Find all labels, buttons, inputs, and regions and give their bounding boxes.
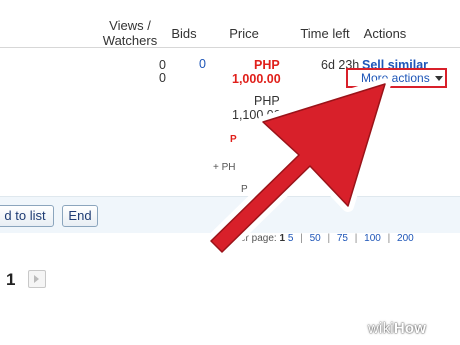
price-buy-now-currency: PHP xyxy=(254,94,280,108)
next-page-button[interactable] xyxy=(28,270,46,288)
per-page-option[interactable]: 100 xyxy=(364,233,381,244)
table-header: Views / Watchers Bids Price Time left Ac… xyxy=(0,0,460,48)
header-bids[interactable]: Bids xyxy=(168,26,200,41)
bids-count-link[interactable]: 0 xyxy=(192,57,206,71)
price-buy-now-value: 1,100.00 xyxy=(232,108,281,122)
wikihow-watermark: wikiHow xyxy=(368,320,427,337)
divider: | xyxy=(387,233,391,244)
price-current-value: 1,000.00 xyxy=(232,72,281,86)
partial-shipping-text: + PH xyxy=(213,162,236,173)
partial-text: P xyxy=(241,184,248,195)
items-per-page: er page: 1 5 | 50 | 75 | 100 | 200 xyxy=(240,233,414,244)
header-time-left[interactable]: Time left xyxy=(296,26,354,41)
more-actions-dropdown[interactable]: More actions xyxy=(346,68,447,88)
per-page-option[interactable]: 200 xyxy=(397,233,414,244)
divider: | xyxy=(300,233,303,244)
end-button[interactable]: End xyxy=(62,205,98,227)
ebay-listing-page: Views / Watchers Bids Price Time left Ac… xyxy=(0,0,460,345)
per-page-option[interactable]: 75 xyxy=(337,233,348,244)
header-views-watchers[interactable]: Views / Watchers xyxy=(100,18,160,48)
partial-price-text: P xyxy=(230,134,237,145)
price-current-currency: PHP xyxy=(254,58,280,72)
current-page-number: 1 xyxy=(6,270,16,289)
divider: | xyxy=(327,233,331,244)
per-page-option[interactable]: 1 xyxy=(279,233,285,244)
views-count: 0 xyxy=(159,58,166,72)
divider: | xyxy=(354,233,358,244)
per-page-option[interactable]: 5 xyxy=(288,233,294,244)
chevron-down-icon xyxy=(434,76,443,82)
per-page-label: er page: xyxy=(240,233,277,244)
per-page-option[interactable]: 50 xyxy=(310,233,321,244)
header-actions: Actions xyxy=(363,26,407,41)
add-to-list-button[interactable]: d to list xyxy=(0,205,54,227)
watchers-count: 0 xyxy=(159,71,166,85)
more-actions-label: More actions xyxy=(361,71,430,85)
header-price[interactable]: Price xyxy=(226,26,262,41)
